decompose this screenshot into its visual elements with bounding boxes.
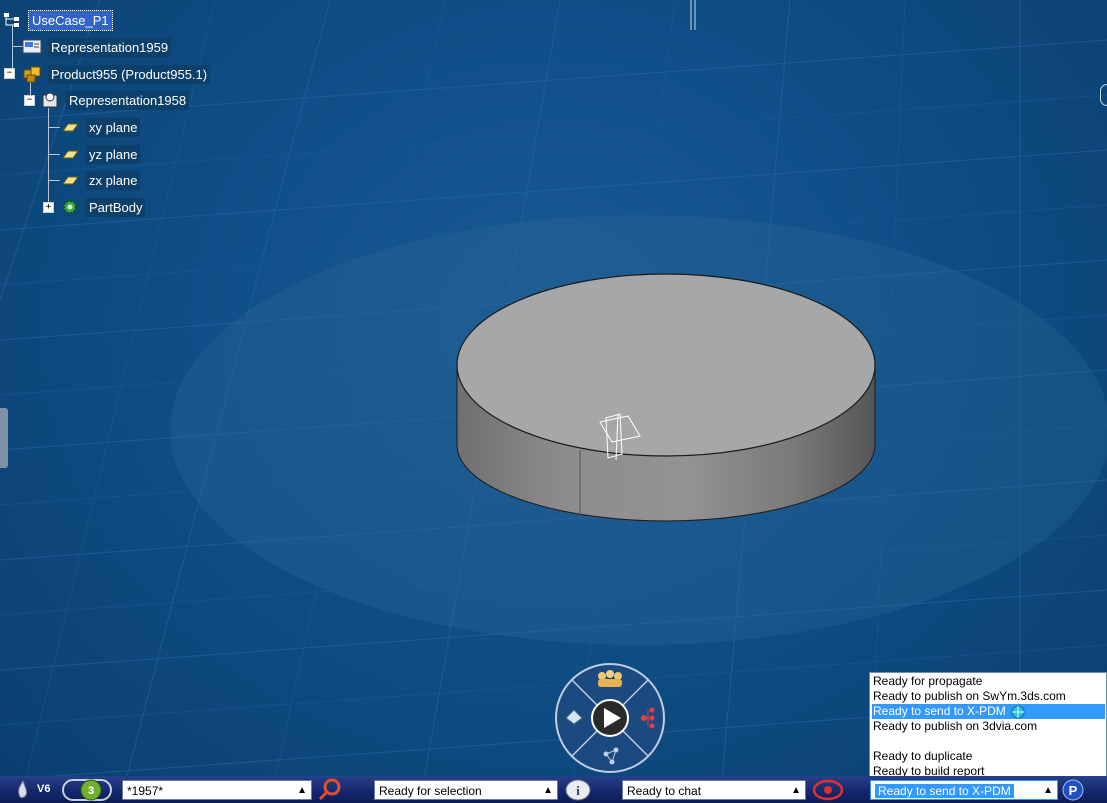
partbody-gear-icon <box>63 200 77 214</box>
tree-item-label[interactable]: yz plane <box>86 144 141 164</box>
chevron-up-icon[interactable]: ▲ <box>1043 781 1053 801</box>
status-bar: V6 3 *1957* ▲ Ready for selection ▲ i Re… <box>0 776 1107 803</box>
popup-item-publish-3dvia[interactable]: Ready to publish on 3dvia.com <box>872 719 1037 734</box>
chevron-up-icon[interactable]: ▲ <box>297 781 307 801</box>
publish-p-icon[interactable]: P <box>1060 778 1086 802</box>
chat-status-field[interactable]: Ready to chat ▲ <box>622 780 806 800</box>
chevron-up-icon[interactable]: ▲ <box>791 781 801 801</box>
tree-item-representation1959[interactable]: Representation1959 <box>22 37 172 57</box>
object-name-field[interactable]: *1957* ▲ <box>122 780 312 800</box>
globe-icon <box>1011 705 1025 719</box>
tree-item-xy-plane[interactable]: xy plane <box>60 117 141 137</box>
left-panel-handle[interactable] <box>0 408 8 468</box>
top-splitter-handle[interactable] <box>690 0 696 30</box>
tree-item-label[interactable]: Product955 (Product955.1) <box>48 64 211 84</box>
expand-toggle[interactable]: + <box>43 202 54 213</box>
part-representation-icon <box>42 92 58 108</box>
product-icon <box>23 66 41 83</box>
tree-root[interactable]: UseCase_P1 <box>2 9 113 31</box>
collapse-toggle[interactable]: − <box>24 95 35 106</box>
chat-status-value: Ready to chat <box>627 784 702 798</box>
selection-status-field[interactable]: Ready for selection ▲ <box>374 780 558 800</box>
tree-item-yz-plane[interactable]: yz plane <box>60 144 141 164</box>
status-options-popup[interactable]: Ready for propagate Ready to publish on … <box>869 672 1107 778</box>
tree-item-label[interactable]: xy plane <box>86 117 141 137</box>
tree-item-label[interactable]: zx plane <box>86 170 141 190</box>
info-icon[interactable]: i <box>562 778 594 802</box>
representation-icon <box>22 39 42 54</box>
popup-item-propagate[interactable]: Ready for propagate <box>872 674 982 689</box>
svg-text:P: P <box>1069 783 1078 798</box>
popup-item-duplicate[interactable]: Ready to duplicate <box>872 749 972 764</box>
v6-compass-logo-icon[interactable] <box>12 779 34 801</box>
svg-text:3: 3 <box>88 785 94 797</box>
plane-icon <box>62 150 79 159</box>
plane-icon <box>62 176 79 185</box>
publish-status-value: Ready to send to X-PDM <box>875 784 1014 798</box>
svg-text:i: i <box>576 783 580 798</box>
tree-item-partbody[interactable]: PartBody <box>60 197 146 217</box>
object-name-value: *1957* <box>127 784 164 798</box>
tree-item-product955[interactable]: Product955 (Product955.1) <box>22 64 211 84</box>
tree-item-label[interactable]: Representation1958 <box>66 90 190 110</box>
tree-item-label[interactable]: Representation1959 <box>48 37 172 57</box>
popup-item-publish-swym[interactable]: Ready to publish on SwYm.3ds.com <box>872 689 1066 704</box>
selection-status-value: Ready for selection <box>379 784 482 798</box>
tree-item-label[interactable]: PartBody <box>86 197 146 217</box>
popup-item-label: Ready to send to X-PDM <box>873 704 1006 718</box>
popup-item-send-xpdm[interactable]: Ready to send to X-PDM <box>872 704 1105 719</box>
search-tool-icon[interactable] <box>316 778 344 802</box>
v6-logo-label: V6 <box>37 783 51 795</box>
publish-status-field[interactable]: Ready to send to X-PDM ▲ <box>870 780 1058 800</box>
tree-root-label[interactable]: UseCase_P1 <box>28 9 113 31</box>
chat-bubble-icon[interactable] <box>810 778 846 802</box>
tree-item-representation1958[interactable]: Representation1958 <box>40 90 190 110</box>
right-panel-handle[interactable] <box>1100 84 1107 106</box>
plane-icon <box>62 123 79 132</box>
navigation-compass[interactable] <box>554 662 666 774</box>
chevron-up-icon[interactable]: ▲ <box>543 781 553 801</box>
tree-structure-icon <box>4 13 19 27</box>
collapse-toggle[interactable]: − <box>4 68 15 79</box>
tree-item-zx-plane[interactable]: zx plane <box>60 170 141 190</box>
3d-app-logo-icon[interactable]: 3 <box>78 779 104 801</box>
